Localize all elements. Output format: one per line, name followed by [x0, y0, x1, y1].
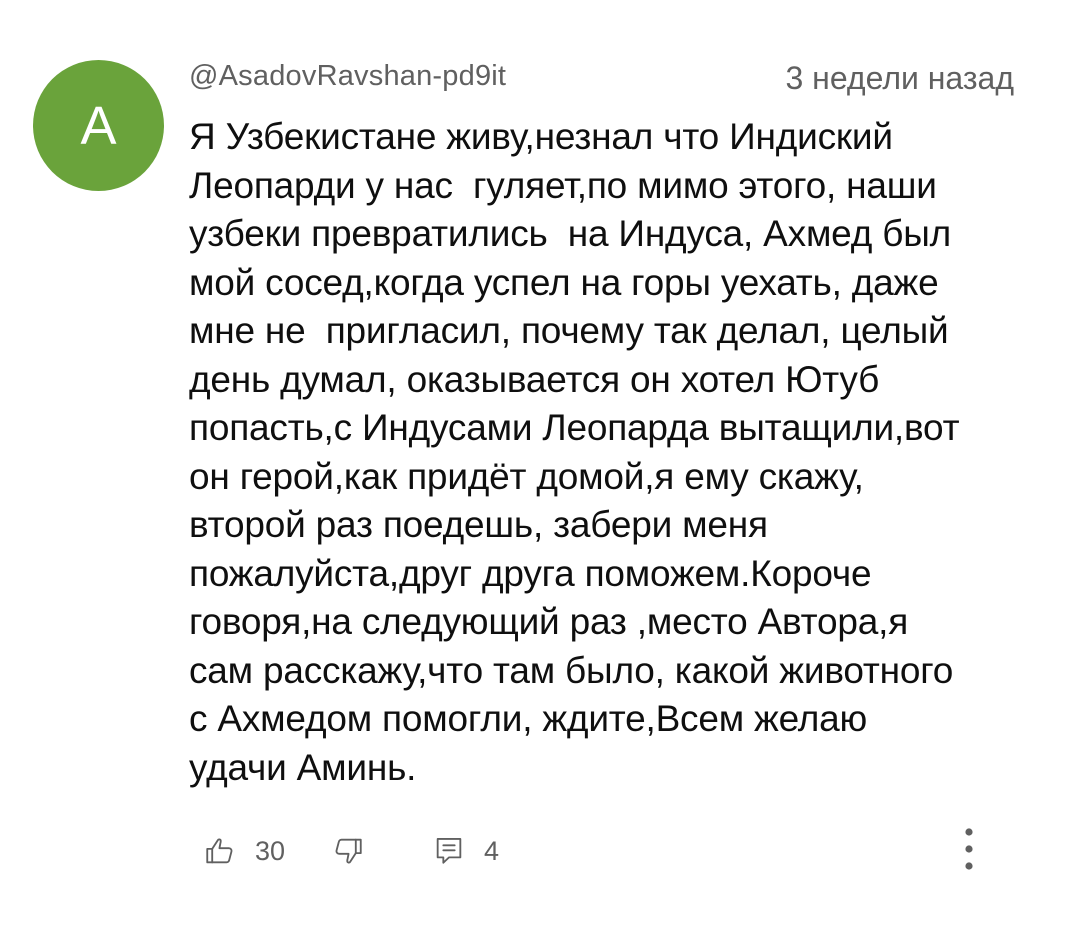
- avatar-initial: A: [80, 95, 117, 156]
- dislike-control: [327, 826, 369, 876]
- comment-line: попасть,с Индусами Леопарда вытащили,вот: [189, 407, 960, 448]
- more-options-button[interactable]: [952, 826, 986, 876]
- comment-action-bar: 30 4: [0, 826, 1080, 876]
- comment-text: Я Узбекистане живу,незнал что Индиский Л…: [189, 113, 1049, 792]
- comment-line: говоря,на следующий раз ,место Автора,я: [189, 601, 909, 642]
- comment-line: узбеки превратились на Индуса, Ахмед был: [189, 213, 951, 254]
- comment-line: Я Узбекистане живу,незнал что Индиский: [189, 116, 893, 157]
- comment-icon[interactable]: [428, 830, 470, 872]
- like-control: 30: [199, 826, 285, 876]
- thumbs-down-icon[interactable]: [327, 830, 369, 872]
- avatar[interactable]: A: [33, 60, 164, 191]
- like-count: 30: [255, 835, 286, 866]
- comment-author[interactable]: @AsadovRavshan-pd9it: [189, 60, 506, 93]
- comment-line: день думал, оказывается он хотел Ютуб: [189, 358, 880, 400]
- comment-line: удачи Аминь.: [189, 746, 417, 788]
- comment-line: он герой,как придёт домой,я ему скажу,: [189, 455, 864, 497]
- comment-line: мне не пригласил, почему так делал, целы…: [189, 310, 949, 351]
- comment-line: с Ахмедом помогли, ждите,Всем желаю: [189, 698, 868, 739]
- comment-timestamp[interactable]: 3 недели назад: [785, 60, 1014, 97]
- comment-line: пожалуйста,друг друга поможем.Короче: [189, 552, 872, 594]
- thumbs-up-icon[interactable]: [199, 830, 241, 872]
- more-vertical-icon: [962, 824, 976, 879]
- comment-line: второй раз поедешь, забери меня: [189, 504, 768, 545]
- comment-line: сам расскажу,что там было, какой животно…: [189, 649, 954, 691]
- comment-line: Леопарди у нас гуляет,по мимо этого, наш…: [189, 164, 937, 206]
- reply-count: 4: [484, 835, 500, 866]
- comment-line: мой сосед,когда успел на горы уехать, да…: [189, 261, 939, 303]
- reply-control: 4: [428, 826, 499, 876]
